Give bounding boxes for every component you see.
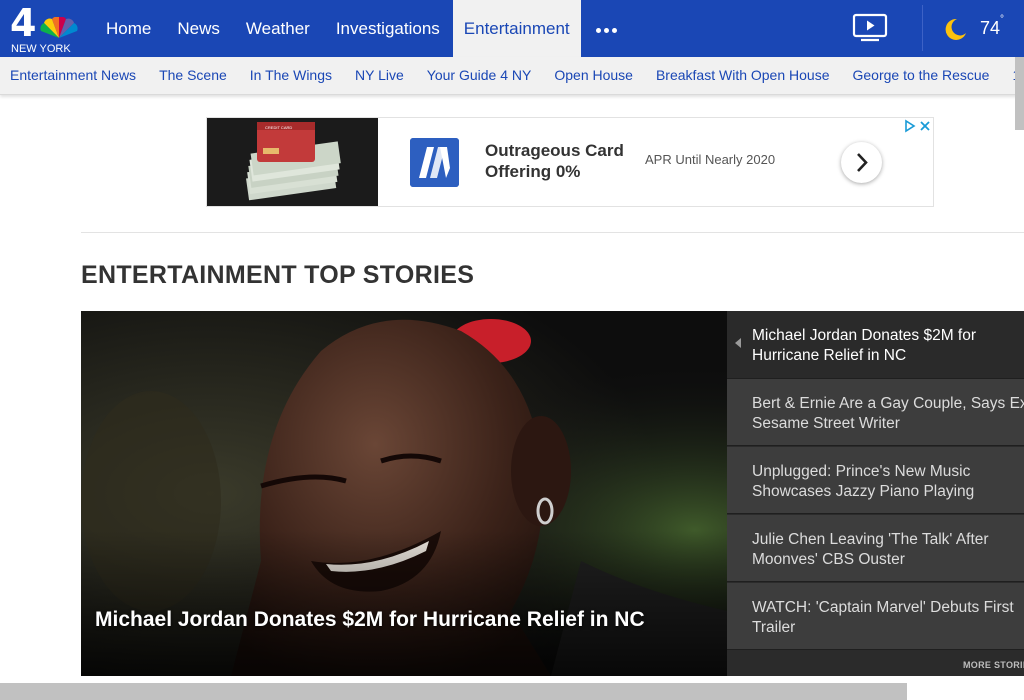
nav-news[interactable]: News: [164, 0, 233, 57]
adchoices-icon[interactable]: [904, 119, 932, 133]
main-nav: Home News Weather Investigations Enterta…: [93, 0, 633, 57]
chevron-right-icon[interactable]: [841, 142, 882, 183]
story-title-line2: Showcases Jazzy Piano Playing: [752, 483, 975, 500]
story-title-line1: Julie Chen Leaving 'The Talk' After: [752, 531, 989, 548]
close-icon: [920, 121, 930, 131]
nav-entertainment[interactable]: Entertainment: [452, 0, 581, 57]
subnav-your-guide[interactable]: Your Guide 4 NY: [416, 57, 544, 94]
hero-story[interactable]: Michael Jordan Donates $2M for Hurricane…: [81, 311, 727, 676]
nav-divider: [922, 5, 923, 51]
story-title-line2: Moonves' CBS Ouster: [752, 551, 905, 568]
story-title-line1: Unplugged: Prince's New Music: [752, 463, 971, 480]
sub-nav: Entertainment News The Scene In The Wing…: [0, 57, 1024, 95]
nav-weather[interactable]: Weather: [233, 0, 323, 57]
subnav-in-the-wings[interactable]: In The Wings: [239, 57, 344, 94]
temperature[interactable]: 74: [980, 18, 1000, 38]
top-stories-list: Michael Jordan Donates $2M for Hurricane …: [727, 311, 1024, 676]
story-title-line1: Bert & Ernie Are a Gay Couple, Says Ex-: [752, 395, 1024, 412]
temperature-unit: °: [1000, 14, 1004, 25]
nav-investigations[interactable]: Investigations: [323, 0, 453, 57]
logo-city: NEW YORK: [11, 43, 71, 55]
subnav-breakfast-open-house[interactable]: Breakfast With Open House: [645, 57, 842, 94]
section-title: ENTERTAINMENT TOP STORIES: [81, 261, 475, 289]
ad-title[interactable]: Outrageous Card Offering 0%: [485, 140, 645, 182]
ad-card-label: CREDIT CARD: [265, 125, 292, 130]
page: 4 NEW YORK Home News Weather Investigati…: [0, 0, 1024, 700]
subnav-george-rescue[interactable]: George to the Rescue: [842, 57, 1002, 94]
ad-image: CREDIT CARD: [207, 118, 378, 206]
nbc4-logo[interactable]: 4 NEW YORK: [10, 1, 80, 55]
video-player-icon[interactable]: [852, 13, 888, 43]
ad-banner[interactable]: CREDIT CARD Outrageous Card Offering 0% …: [206, 117, 934, 207]
subnav-the-scene[interactable]: The Scene: [148, 57, 239, 94]
peacock-icon: [40, 17, 78, 38]
active-indicator-icon: [735, 338, 741, 348]
scrollbar-cap: [1015, 0, 1024, 57]
story-title-line2: Trailer: [752, 619, 796, 636]
list-item[interactable]: Julie Chen Leaving 'The Talk' After Moonv…: [727, 515, 1024, 582]
nav-home[interactable]: Home: [93, 0, 164, 57]
subnav-ny-live[interactable]: NY Live: [344, 57, 416, 94]
hero-caption[interactable]: Michael Jordan Donates $2M for Hurricane…: [95, 607, 715, 633]
ad-subtitle: APR Until Nearly 2020: [645, 152, 776, 167]
story-title-line1: Michael Jordan Donates $2M for: [752, 327, 977, 344]
list-item[interactable]: WATCH: 'Captain Marvel' Debuts First Trai…: [727, 583, 1024, 650]
subnav-open-house[interactable]: Open House: [543, 57, 645, 94]
subnav-entertainment-news[interactable]: Entertainment News: [0, 57, 148, 94]
story-title-line1: WATCH: 'Captain Marvel' Debuts First: [752, 599, 1014, 616]
advertiser-logo: [410, 138, 459, 187]
more-stories-link[interactable]: MORE STORIES: [963, 660, 1024, 670]
list-item[interactable]: Michael Jordan Donates $2M for Hurricane …: [727, 311, 1024, 379]
moon-icon[interactable]: [942, 16, 968, 42]
story-title-line2: Hurricane Relief in NC: [752, 347, 907, 364]
horizontal-scrollbar-thumb[interactable]: [0, 683, 907, 700]
divider: [81, 232, 1024, 233]
list-item[interactable]: Unplugged: Prince's New Music Showcases J…: [727, 447, 1024, 514]
vertical-scrollbar-thumb[interactable]: [1015, 57, 1024, 130]
top-nav: 4 NEW YORK Home News Weather Investigati…: [0, 0, 1024, 57]
logo-number: 4: [10, 1, 36, 45]
list-item[interactable]: Bert & Ernie Are a Gay Couple, Says Ex- S…: [727, 379, 1024, 446]
more-dots-icon[interactable]: [581, 0, 633, 57]
story-title-line2: Sesame Street Writer: [752, 415, 900, 432]
